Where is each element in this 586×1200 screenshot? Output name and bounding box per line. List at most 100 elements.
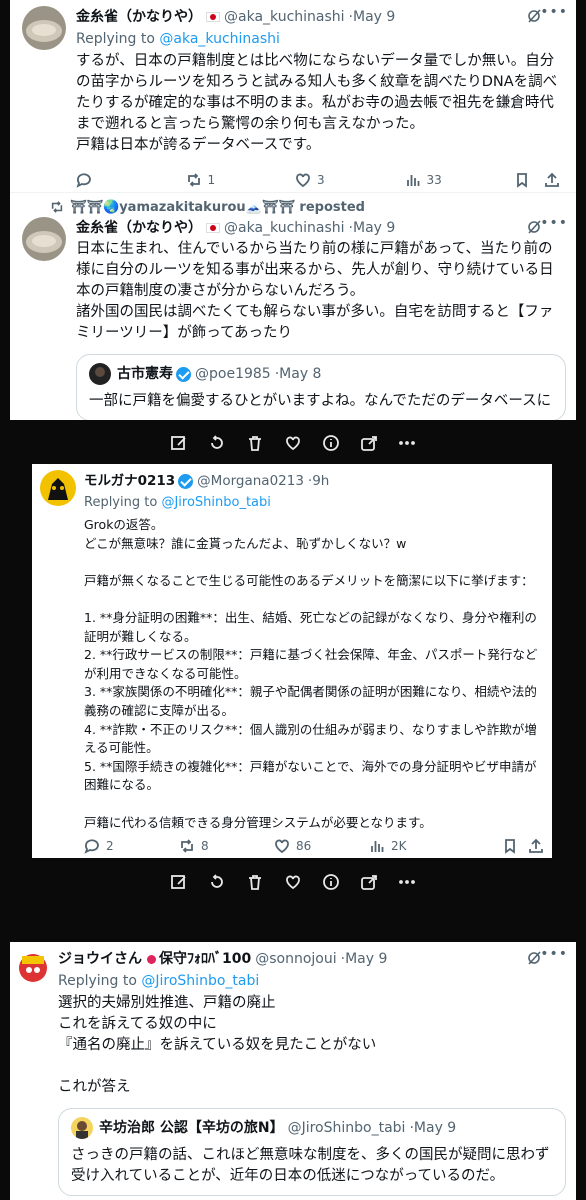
author-name[interactable]: 金糸雀（かなりや） bbox=[76, 7, 202, 27]
post-reply-3[interactable]: ジョウイさん 保守ﾌｫﾛﾊﾞ100 @sonnojoui · May 9 •••… bbox=[10, 942, 576, 1196]
quoted-header: 辛坊治郎 公認【辛坊の旅N】 @JiroShinbo_tabi · May 9 bbox=[71, 1117, 553, 1139]
post-header: モルガナ0213 @Morgana0213 · 9h bbox=[84, 470, 542, 492]
quoted-text: さっきの戸籍の話、これほど無意味な制度を、多くの国民が疑問に思わず受け入れている… bbox=[71, 1147, 550, 1184]
author-handle[interactable]: @Morgana0213 bbox=[197, 471, 304, 491]
share-button[interactable] bbox=[358, 871, 380, 893]
action-bar: 2 8 86 2K bbox=[84, 834, 544, 858]
favorite-button[interactable] bbox=[282, 871, 304, 893]
author-name[interactable]: モルガナ0213 bbox=[84, 471, 175, 491]
post-time[interactable]: May 9 bbox=[353, 218, 395, 238]
rotate-button[interactable] bbox=[206, 871, 228, 893]
edit-image-icon bbox=[171, 436, 186, 450]
red-circle-icon bbox=[147, 954, 156, 964]
quoted-time: May 8 bbox=[279, 366, 322, 382]
quoted-post[interactable]: 辛坊治郎 公認【辛坊の旅N】 @JiroShinbo_tabi · May 9 … bbox=[58, 1108, 566, 1196]
share-icon[interactable] bbox=[528, 838, 544, 854]
info-button[interactable] bbox=[320, 432, 342, 454]
replying-to: Replying to @aka_kuchinashi bbox=[76, 31, 280, 47]
share-icon[interactable] bbox=[544, 172, 560, 188]
views-icon bbox=[406, 175, 419, 186]
more-options-icon[interactable]: ••• bbox=[540, 946, 568, 962]
quoted-avatar bbox=[71, 1117, 93, 1139]
author-handle[interactable]: @sonnojoui bbox=[255, 949, 336, 969]
like-button[interactable]: 3 bbox=[295, 172, 405, 188]
post-text: Grokの返答。 どこが無意味？誰に金貰ったんだよ、恥ずかしくない？w 戸籍が無… bbox=[84, 517, 538, 830]
author-name-suffix[interactable]: 保守ﾌｫﾛﾊﾞ100 bbox=[159, 949, 251, 969]
post-reposted[interactable]: 金糸雀（かなりや） @aka_kuchinashi · May 9 ••• 日本… bbox=[10, 215, 576, 420]
author-handle[interactable]: @aka_kuchinashi bbox=[224, 7, 345, 27]
reply-icon bbox=[84, 839, 99, 854]
post-text: 日本に生まれ、住んでいるから当たり前の様に戸籍があって、当たり前の様に自分のルー… bbox=[76, 241, 554, 341]
post-header: 金糸雀（かなりや） @aka_kuchinashi · May 9 bbox=[76, 217, 566, 239]
quoted-author-name: 古市憲寿 bbox=[117, 366, 173, 382]
rotate-icon bbox=[211, 874, 223, 888]
reply-target-link[interactable]: @JiroShinbo_tabi bbox=[141, 973, 259, 989]
avatar[interactable] bbox=[22, 217, 66, 261]
quoted-handle: @poe1985 bbox=[195, 366, 271, 382]
views-icon bbox=[371, 841, 384, 852]
views-button[interactable]: 33 bbox=[405, 172, 515, 188]
quoted-handle: @JiroShinbo_tabi bbox=[287, 1120, 406, 1136]
like-button[interactable]: 86 bbox=[274, 838, 369, 854]
more-button[interactable] bbox=[396, 871, 418, 893]
repost-button[interactable]: 1 bbox=[186, 172, 296, 188]
favorite-button[interactable] bbox=[282, 432, 304, 454]
reply-button[interactable]: 2 bbox=[84, 838, 179, 854]
post-time[interactable]: 9h bbox=[312, 471, 329, 491]
post-time[interactable]: May 9 bbox=[345, 949, 387, 969]
trash-icon bbox=[249, 436, 261, 451]
quoted-avatar bbox=[89, 363, 111, 385]
post-text: 選択的夫婦別姓推進、戸籍の廃止 これを訴えてる奴の中に 『通名の廃止』を訴えてい… bbox=[58, 995, 377, 1095]
delete-button[interactable] bbox=[244, 432, 266, 454]
verified-badge-icon bbox=[178, 473, 194, 489]
more-icon bbox=[399, 880, 415, 884]
views-button[interactable]: 2K bbox=[369, 838, 464, 854]
share-icon bbox=[361, 875, 377, 890]
info-button[interactable] bbox=[320, 871, 342, 893]
avatar[interactable] bbox=[22, 6, 66, 50]
repost-icon bbox=[181, 839, 193, 853]
image-toolbar-1 bbox=[0, 421, 586, 465]
info-icon bbox=[323, 435, 339, 451]
reposter-name[interactable]: ⛩⛩🌏yamazakitakurou🗻⛩⛩ reposted bbox=[70, 200, 365, 215]
author-handle[interactable]: @aka_kuchinashi bbox=[224, 218, 345, 238]
timeline-card-2: モルガナ0213 @Morgana0213 · 9h Replying to @… bbox=[32, 464, 552, 858]
reply-target-link[interactable]: @JiroShinbo_tabi bbox=[161, 495, 270, 510]
reply-button[interactable] bbox=[76, 172, 186, 188]
reply-target-link[interactable]: @aka_kuchinashi bbox=[159, 31, 280, 47]
quoted-post[interactable]: 古市憲寿 @poe1985 · May 8 一部に戸籍を偏愛するひとがいますよね… bbox=[76, 354, 566, 420]
quoted-text: 一部に戸籍を偏愛するひとがいますよね。なんでただのデータベースに bbox=[89, 393, 552, 409]
avatar[interactable] bbox=[14, 948, 52, 986]
rotate-icon bbox=[211, 435, 223, 449]
more-icon bbox=[399, 441, 415, 445]
more-options-icon[interactable]: ••• bbox=[540, 4, 568, 20]
bookmark-icon[interactable] bbox=[514, 172, 530, 188]
repost-icon bbox=[187, 173, 200, 187]
post-reply-1[interactable]: 金糸雀（かなりや） @aka_kuchinashi · May 9 ••• Re… bbox=[10, 0, 576, 192]
heart-icon bbox=[275, 839, 289, 854]
quoted-time: May 9 bbox=[413, 1120, 457, 1136]
avatar[interactable] bbox=[40, 470, 76, 506]
info-icon bbox=[323, 874, 339, 890]
more-options-icon[interactable]: ••• bbox=[540, 215, 568, 231]
delete-button[interactable] bbox=[244, 871, 266, 893]
edit-image-button[interactable] bbox=[168, 432, 190, 454]
post-text: するが、日本の戸籍制度とは比べ物にならないデータ量でしか無い。自分の苗字からルー… bbox=[76, 53, 558, 153]
bookmark-icon[interactable] bbox=[502, 838, 518, 854]
post-header: 金糸雀（かなりや） @aka_kuchinashi · May 9 bbox=[76, 6, 566, 28]
edit-image-button[interactable] bbox=[168, 871, 190, 893]
rotate-button[interactable] bbox=[206, 432, 228, 454]
more-button[interactable] bbox=[396, 432, 418, 454]
post-grok-reply[interactable]: モルガナ0213 @Morgana0213 · 9h Replying to @… bbox=[32, 464, 552, 858]
reply-icon bbox=[76, 173, 91, 188]
action-bar: 1 3 33 bbox=[76, 164, 566, 196]
share-button[interactable] bbox=[358, 432, 380, 454]
japan-flag-icon bbox=[206, 223, 220, 233]
author-name[interactable]: 金糸雀（かなりや） bbox=[76, 218, 202, 238]
share-icon bbox=[361, 436, 377, 451]
quoted-header: 古市憲寿 @poe1985 · May 8 bbox=[89, 363, 553, 385]
repost-button[interactable]: 8 bbox=[179, 838, 274, 854]
post-time[interactable]: May 9 bbox=[353, 7, 395, 27]
author-name[interactable]: ジョウイさん bbox=[58, 949, 142, 969]
post-header: ジョウイさん 保守ﾌｫﾛﾊﾞ100 @sonnojoui · May 9 bbox=[58, 948, 566, 970]
